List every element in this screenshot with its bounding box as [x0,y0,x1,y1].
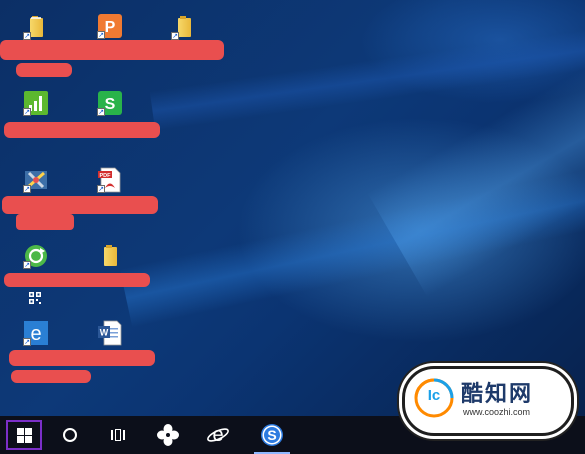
internet-explorer-icon[interactable]: e ↗ [23,320,49,346]
wallpaper-light-beam [149,19,585,131]
wallpaper-light-beam [119,152,585,328]
word-document-icon[interactable]: W [97,320,123,346]
internet-explorer-icon: e [207,424,229,446]
shortcut-arrow-icon: ↗ [23,338,31,346]
watermark-url: www.coozhi.com [463,407,531,417]
shortcut-arrow-icon: ↗ [23,108,31,116]
task-view-button[interactable] [98,416,138,454]
redacted-label [0,40,224,60]
svg-text:S: S [267,427,276,443]
svg-text:e: e [30,323,41,345]
svg-text:P: P [105,19,116,36]
wps-presentation-icon[interactable]: P ↗ [97,13,123,39]
internet-explorer-button[interactable]: e [198,416,238,454]
shortcut-arrow-icon: ↗ [171,32,179,40]
svg-text:PDF: PDF [100,173,112,179]
svg-text:W: W [100,328,109,338]
wallpaper-light-beam [367,63,585,297]
shortcut-arrow-icon: ↗ [97,185,105,193]
tool-app-icon[interactable]: ↗ [23,167,49,193]
shortcut-arrow-icon: ↗ [23,261,31,269]
task-view-icon [111,429,125,441]
cortana-circle-icon [63,428,77,442]
watermark-brand: 酷知网 [461,382,534,407]
redacted-label [16,214,74,230]
desktop: ↗ P ↗ ↗ ↗ S ↗ ↗ PDF ↗ ↗ e ↗ W [0,0,585,416]
wps-spreadsheet-icon[interactable]: S ↗ [97,90,123,116]
bar-chart-app-icon[interactable]: ↗ [23,90,49,116]
pinwheel-icon [157,424,179,446]
folder-icon[interactable]: ↗ [171,14,197,40]
svg-text:S: S [105,96,116,113]
shortcut-arrow-icon: ↗ [97,31,105,39]
windows-logo-icon [16,427,32,443]
redacted-label [11,370,91,383]
coozhi-watermark: Ic 酷知网 www.coozhi.com [402,366,574,436]
sogou-browser-button[interactable]: S [252,416,292,454]
cortana-button[interactable] [50,416,90,454]
redacted-label [4,273,150,287]
watermark-logo: Ic [427,387,441,404]
shortcut-arrow-icon: ↗ [23,32,31,40]
pdf-icon[interactable]: PDF ↗ [97,167,123,193]
folder-icon[interactable] [97,243,123,269]
redacted-label [9,350,155,366]
green-refresh-icon[interactable]: ↗ [23,243,49,269]
redacted-label [4,122,160,138]
shortcut-arrow-icon: ↗ [23,185,31,193]
redacted-label [2,196,158,214]
start-button[interactable] [6,420,42,450]
folder-icon[interactable]: ↗ [23,14,49,40]
shortcut-arrow-icon: ↗ [97,108,105,116]
pinwheel-app-button[interactable] [148,416,188,454]
redacted-label [16,63,72,77]
sogou-s-icon: S [261,424,283,446]
qr-code-icon[interactable] [28,290,42,304]
svg-text:e: e [212,424,223,446]
